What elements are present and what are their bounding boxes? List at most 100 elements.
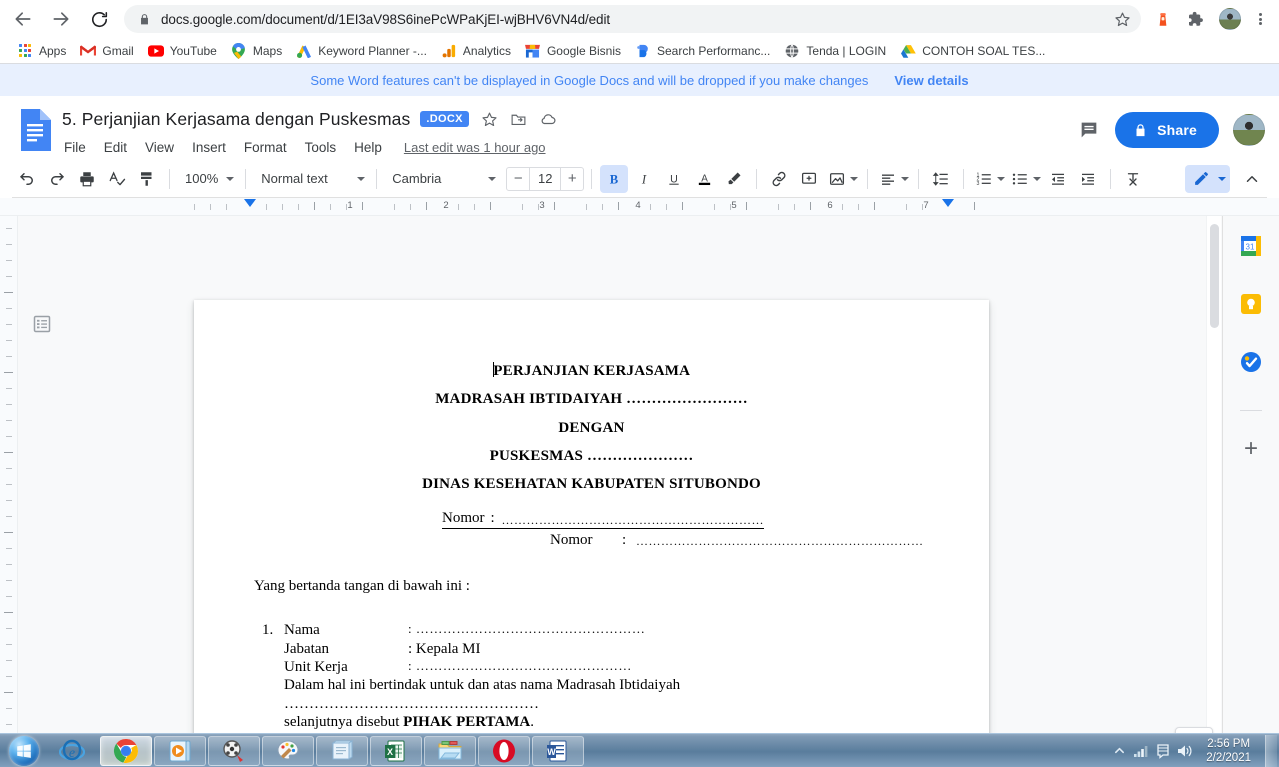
network-signal-icon[interactable] [1130,744,1152,758]
address-bar[interactable]: docs.google.com/document/d/1EI3aV98S6ine… [124,5,1141,33]
zoom-dropdown[interactable]: 100% [177,165,238,193]
share-button[interactable]: Share [1115,112,1219,148]
spellcheck-button[interactable] [103,165,131,193]
taskbar-windows-media-player[interactable] [154,735,206,766]
bookmark-apps[interactable]: Apps [10,40,73,62]
show-hidden-icons-chevron[interactable] [1108,745,1130,756]
forward-button[interactable] [46,4,76,34]
bold-button[interactable]: B [600,164,629,193]
menu-view[interactable]: View [143,139,176,156]
taskbar-clock[interactable]: 2:56 PM 2/2/2021 [1196,737,1261,765]
horizontal-ruler[interactable]: 1 2 3 4 5 6 7 [184,198,984,216]
scrollbar-thumb[interactable] [1210,224,1219,328]
taskbar-windows-explorer[interactable] [424,735,476,766]
toolbar-divider [169,168,170,189]
google-keep-icon[interactable] [1239,292,1263,316]
clear-formatting-button[interactable] [1119,165,1147,193]
chrome-profile-avatar[interactable] [1219,8,1241,30]
bookmark-tenda-login[interactable]: Tenda | LOGIN [777,40,893,62]
reload-button[interactable] [84,4,114,34]
editing-mode-dropdown[interactable] [1185,164,1230,193]
extensions-puzzle-icon[interactable] [1181,5,1209,33]
italic-button[interactable]: I [630,165,658,193]
insert-image-dropdown[interactable] [824,165,860,193]
view-details-link[interactable]: View details [894,73,968,88]
left-indent-marker[interactable] [244,199,256,207]
document-scrollbar[interactable] [1206,216,1221,767]
increase-indent-button[interactable] [1074,165,1102,193]
comment-history-icon[interactable] [1071,112,1107,148]
bookmark-gmail[interactable]: Gmail [73,40,140,62]
right-indent-marker[interactable] [942,199,954,207]
font-size-decrease-button[interactable]: − [507,168,529,190]
bookmark-contoh-soal[interactable]: CONTOH SOAL TES... [893,40,1052,62]
google-tasks-icon[interactable] [1239,350,1263,374]
vertical-ruler[interactable] [0,216,18,767]
numbered-list-dropdown[interactable]: 1 2 3 [971,165,1007,193]
bookmark-label: Gmail [102,43,134,58]
bookmark-analytics[interactable]: Analytics [434,40,518,62]
print-button[interactable] [73,165,101,193]
add-comment-button[interactable] [795,165,823,193]
decrease-indent-button[interactable] [1044,165,1072,193]
docs-logo-icon[interactable] [18,108,52,152]
move-to-folder-icon[interactable] [510,111,527,128]
bookmark-google-bisnis[interactable]: Google Bisnis [518,40,628,62]
paragraph-style-dropdown[interactable]: Normal text [253,165,369,193]
undo-button[interactable] [13,165,41,193]
collapse-toolbar-button[interactable] [1238,165,1266,193]
show-desktop-button[interactable] [1265,734,1277,767]
font-size-increase-button[interactable]: + [561,168,583,190]
menu-help[interactable]: Help [352,139,384,156]
add-addon-button[interactable]: + [1244,437,1258,461]
paint-format-button[interactable] [133,165,161,193]
taskbar-notepad[interactable] [316,735,368,766]
underline-button[interactable]: U [660,165,688,193]
bookmark-star-icon[interactable] [1114,11,1131,28]
taskbar-word[interactable]: W [532,735,584,766]
google-calendar-icon[interactable]: 31 [1239,234,1263,258]
start-button[interactable] [2,735,46,767]
document-body[interactable]: PERJANJIAN KERJASAMA MADRASAH IBTIDAIYAH… [194,300,989,767]
line-spacing-button[interactable] [927,165,955,193]
chrome-menu-kebab-icon[interactable] [1247,12,1273,27]
redo-button[interactable] [43,165,71,193]
bulleted-list-dropdown[interactable] [1007,165,1043,193]
action-center-flag-icon[interactable] [1152,743,1174,759]
font-size-stepper[interactable]: − 12 + [506,166,585,191]
menu-format[interactable]: Format [242,139,289,156]
menu-tools[interactable]: Tools [303,139,339,156]
document-page[interactable]: PERJANJIAN KERJASAMA MADRASAH IBTIDAIYAH… [194,300,989,767]
lighthouse-extension-icon[interactable] [1149,5,1177,33]
font-size-value[interactable]: 12 [529,167,562,190]
nomor-row-first: Nomor : ……………………………………………………… [442,509,764,529]
font-family-dropdown[interactable]: Cambria [384,165,500,193]
document-canvas[interactable]: PERJANJIAN KERJASAMA MADRASAH IBTIDAIYAH… [0,216,1279,767]
menu-insert[interactable]: Insert [190,139,228,156]
taskbar-google-chrome[interactable] [100,735,152,766]
document-title[interactable]: 5. Perjanjian Kerjasama dengan Puskesmas [62,109,410,130]
last-edit-status[interactable]: Last edit was 1 hour ago [404,140,546,155]
taskbar-excel[interactable]: X [370,735,422,766]
align-dropdown[interactable] [875,165,911,193]
menu-file[interactable]: File [62,139,88,156]
bookmark-keyword-planner[interactable]: Keyword Planner -... [289,40,434,62]
menu-edit[interactable]: Edit [102,139,129,156]
text-color-button[interactable]: A [690,165,718,193]
back-button[interactable] [8,4,38,34]
taskbar-paint[interactable] [262,735,314,766]
taskbar-internet-explorer[interactable]: e [46,736,98,766]
star-icon[interactable] [481,111,498,128]
taskbar-opera[interactable] [478,735,530,766]
highlight-color-button[interactable] [720,165,748,193]
insert-link-button[interactable] [765,165,793,193]
bookmark-youtube[interactable]: YouTube [141,40,224,62]
header-actions: Share [1071,104,1265,148]
cloud-saved-icon[interactable] [539,110,557,128]
taskbar-media-center[interactable] [208,735,260,766]
document-outline-icon[interactable] [30,312,54,336]
account-avatar[interactable] [1233,114,1265,146]
bookmark-search-performance[interactable]: Search Performanc... [628,40,777,62]
bookmark-maps[interactable]: Maps [224,40,289,62]
volume-speaker-icon[interactable] [1174,744,1196,758]
